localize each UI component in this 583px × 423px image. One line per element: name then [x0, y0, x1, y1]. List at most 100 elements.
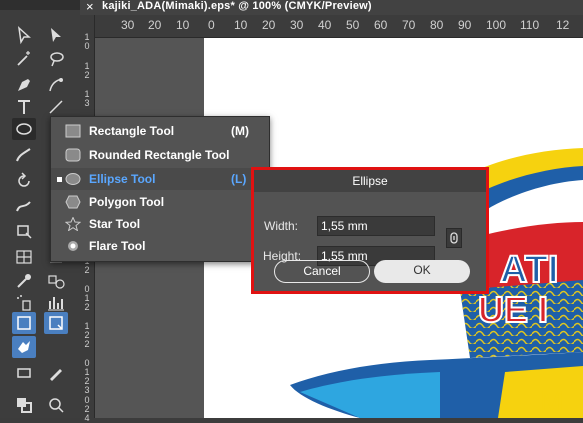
rectangle-icon — [65, 124, 81, 138]
cancel-button[interactable]: Cancel — [274, 260, 370, 283]
warp-icon — [16, 201, 31, 212]
ruler-label: 2 — [84, 70, 90, 80]
ruler-tick: 20 — [262, 18, 276, 32]
ruler-label: 3 — [84, 385, 90, 395]
ruler-tick: 50 — [346, 18, 360, 32]
type-tool[interactable] — [12, 96, 36, 118]
eraser-icon — [17, 368, 31, 378]
pen-tool[interactable] — [12, 74, 36, 96]
curvature-pen-icon — [49, 78, 63, 92]
ruler-label: 4 — [84, 413, 90, 423]
pencil-tool[interactable] — [44, 362, 68, 384]
ruler-tick: 70 — [402, 18, 416, 32]
toolbar-header — [0, 0, 80, 10]
perspective-grid-icon — [16, 250, 32, 264]
arrow-filled-icon — [51, 28, 61, 42]
artboard-tool[interactable] — [12, 312, 36, 334]
slice-tool[interactable] — [44, 312, 68, 334]
pen-icon — [18, 79, 30, 91]
width-label: Width: — [264, 219, 299, 233]
ruler-tick: 100 — [486, 18, 507, 32]
ruler-tick: 0 — [208, 18, 215, 32]
curvature-tool[interactable] — [44, 74, 68, 96]
ruler-label: 3 — [84, 98, 90, 108]
column-graph-tool[interactable] — [44, 292, 68, 314]
ruler-tick: 90 — [458, 18, 472, 32]
width-field[interactable]: 1,55 mm — [317, 216, 435, 236]
ok-button[interactable]: OK — [374, 260, 470, 283]
hand-icon — [18, 341, 30, 353]
ruler-tick: 110 — [520, 18, 540, 32]
perspective-grid-tool[interactable] — [12, 246, 36, 268]
flyout-item-label: Ellipse Tool — [89, 172, 156, 186]
ruler-tick: 30 — [290, 18, 304, 32]
flyout-item-rectangle[interactable]: Rectangle Tool (M) — [51, 120, 269, 142]
lasso-icon — [50, 52, 64, 67]
pencil-icon — [50, 369, 62, 381]
zoom-icon — [49, 398, 64, 413]
free-transform-icon — [17, 225, 32, 239]
fill-stroke-icon — [17, 398, 32, 413]
line-tool[interactable] — [44, 96, 68, 118]
paintbrush-icon — [16, 148, 31, 162]
symbol-sprayer-tool[interactable] — [12, 292, 36, 314]
zoom-tool[interactable] — [44, 394, 68, 416]
magic-wand-icon — [17, 51, 30, 66]
eyedropper-icon — [17, 274, 31, 288]
blend-tool[interactable] — [44, 270, 68, 292]
eraser-tool[interactable] — [12, 362, 36, 384]
document-tab[interactable]: × kajiki_ADA(Mimaki).eps* @ 100% (CMYK/P… — [80, 0, 583, 15]
document-title: kajiki_ADA(Mimaki).eps* @ 100% (CMYK/Pre… — [102, 0, 372, 12]
flyout-item-label: Rounded Rectangle Tool — [89, 148, 230, 162]
slice-icon — [49, 316, 63, 330]
hand-tool[interactable] — [12, 336, 36, 358]
fill-stroke-tool[interactable] — [12, 394, 36, 416]
artboard-icon — [17, 316, 31, 330]
ruler-tick: 30 — [121, 18, 135, 32]
constrain-proportions-button[interactable] — [446, 228, 462, 248]
rotate-tool[interactable] — [12, 170, 36, 192]
ruler-label: 0 — [84, 41, 90, 51]
ellipse-outline-icon — [16, 123, 32, 135]
close-tab-icon[interactable]: × — [86, 0, 94, 14]
polygon-icon — [65, 195, 81, 209]
ruler-tick: 40 — [318, 18, 332, 32]
ruler-tick: 60 — [374, 18, 388, 32]
symbol-sprayer-icon — [17, 295, 31, 311]
selection-tool[interactable] — [12, 24, 36, 46]
direct-selection-tool[interactable] — [44, 24, 68, 46]
ellipse-dialog: Ellipse Width: 1,55 mm Height: 1,55 mm C… — [251, 167, 489, 294]
flyout-item-label: Star Tool — [89, 217, 141, 231]
flare-icon — [68, 241, 78, 251]
flyout-item-star[interactable]: Star Tool — [51, 213, 269, 235]
ruler-tick: 10 — [234, 18, 248, 32]
type-icon — [18, 100, 30, 114]
ruler-tick: 12 — [556, 18, 570, 32]
flyout-item-ellipse[interactable]: Ellipse Tool (L) — [51, 168, 269, 190]
horizontal-ruler[interactable]: 30 20 10 0 10 20 30 40 50 60 70 80 90 10… — [94, 15, 583, 38]
rotate-icon — [18, 172, 30, 187]
line-segment-icon — [49, 100, 63, 114]
paintbrush-tool[interactable] — [12, 144, 36, 166]
bar-graph-icon — [48, 297, 64, 311]
warp-tool[interactable] — [12, 196, 36, 218]
magic-wand-tool[interactable] — [12, 48, 36, 70]
eyedropper-tool[interactable] — [12, 270, 36, 292]
flyout-item-rounded-rectangle[interactable]: Rounded Rectangle Tool — [51, 144, 269, 166]
ellipse-tool-button[interactable] — [12, 118, 36, 140]
rounded-rectangle-icon — [65, 148, 81, 162]
ruler-tick: 20 — [148, 18, 162, 32]
flyout-item-label: Polygon Tool — [89, 195, 165, 209]
ruler-label: 2 — [84, 302, 90, 312]
lasso-tool[interactable] — [44, 48, 68, 70]
ruler-label: 2 — [84, 265, 90, 275]
shape-tools-flyout: Rectangle Tool (M) Rounded Rectangle Too… — [50, 116, 270, 262]
flyout-item-polygon[interactable]: Polygon Tool — [51, 191, 269, 213]
flyout-item-label: Rectangle Tool — [89, 124, 175, 138]
arrow-outline-icon — [17, 26, 31, 45]
flyout-item-flare[interactable]: Flare Tool — [51, 235, 269, 257]
flyout-item-shortcut: (M) — [231, 124, 249, 138]
free-transform-tool[interactable] — [12, 220, 36, 242]
link-icon — [450, 232, 458, 244]
ruler-tick: 10 — [176, 18, 190, 32]
